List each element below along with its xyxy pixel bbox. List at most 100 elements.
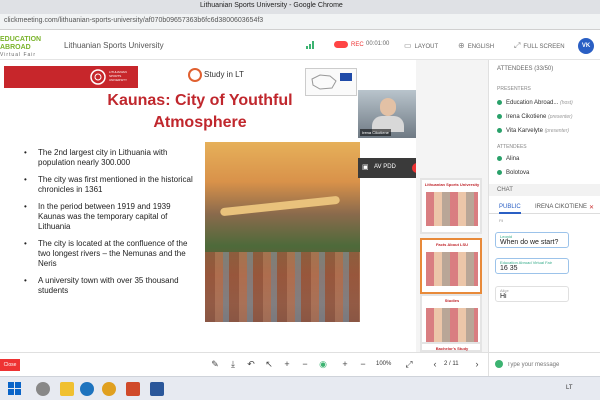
thumbnail-slide[interactable]: Facts About LSU (420, 238, 482, 294)
slide-title: Kaunas: City of Youthful Atmosphere (60, 90, 340, 134)
message-sender: Fil (499, 218, 504, 223)
attendees-label: ATTENDEES (497, 144, 527, 150)
camera-icon: ▣ (362, 164, 369, 171)
chat-message: Alice Hi (495, 286, 569, 302)
attendee-row[interactable]: Vita Karvelyte (presenter) (497, 128, 569, 134)
windows-start-icon[interactable] (8, 382, 22, 396)
bullet-item: The city is located at the confluence of… (24, 239, 199, 269)
attendees-header[interactable]: ATTENDEES (33/50) (489, 66, 553, 72)
thumbnail-image (426, 308, 478, 342)
chrome-icon[interactable] (102, 382, 116, 396)
online-dot-icon (497, 114, 502, 119)
online-dot-icon (497, 170, 502, 175)
page-indicator: 2 / 11 (444, 361, 459, 367)
message-text: Hi (500, 293, 507, 300)
lithuania-map-icon (311, 74, 337, 90)
close-button[interactable]: Close (0, 359, 20, 371)
logo-line2: ABROAD (0, 44, 31, 51)
thumbnail-title: Facts About LSU (435, 242, 469, 247)
powerpoint-icon[interactable] (126, 382, 140, 396)
close-tab-icon[interactable]: ✕ (589, 204, 594, 211)
slide-bullets: The 2nd largest city in Lithuania with p… (24, 148, 199, 303)
word-icon[interactable] (150, 382, 164, 396)
presenters-label: PRESENTERS (497, 86, 531, 92)
right-sidebar: ATTENDEES (33/50) PRESENTERS Education A… (488, 60, 600, 376)
slide-thumbnails: Lithuanian Sports University Facts About… (416, 60, 488, 356)
bullet-item: A university town with over 35 thousand … (24, 276, 199, 296)
lsu-logo: LITHUANIAN SPORTS UNIVERSITY (4, 66, 138, 88)
undo-icon[interactable]: ↶ (246, 359, 256, 370)
zoom-out-icon[interactable]: − (300, 359, 310, 369)
online-dot-icon (497, 128, 502, 133)
address-bar[interactable]: clickmeeting.com/lithuanian-sports-unive… (0, 14, 600, 30)
browser-titlebar: Lithuanian Sports University - Google Ch… (0, 0, 600, 14)
draw-tool-icon[interactable]: ✎ (210, 359, 220, 370)
ie-icon[interactable] (80, 382, 94, 396)
zoom-in-icon[interactable]: + (282, 359, 292, 369)
presentation-toolbar: Close ✎ ⤓ ↶ ↖ + − ◉ + − 100% ⤢ ‹ 2 / 11 … (0, 352, 488, 376)
attendee-name: Vita Karvelyte (506, 128, 543, 135)
tab-public[interactable]: PUBLIC (499, 204, 521, 214)
fullscreen-icon: ⤢ (514, 41, 521, 50)
thumbnail-image (426, 192, 478, 226)
message-text: 16 35 (500, 265, 518, 272)
chat-message: Leonid When do we start? (495, 232, 569, 248)
rec-toggle[interactable]: REC (334, 41, 364, 48)
attendee-row[interactable]: Alina (497, 156, 519, 162)
zoom-level: 100% (376, 361, 392, 367)
eye-icon[interactable]: ◉ (318, 359, 328, 370)
eu-flag-icon (340, 73, 352, 81)
attendee-row[interactable]: Irena Cikotiene (presenter) (497, 114, 572, 120)
file-explorer-icon[interactable] (60, 382, 74, 396)
chat-input[interactable] (507, 358, 595, 372)
bullet-item: The city was first mentioned in the hist… (24, 175, 199, 195)
attendee-row[interactable]: Education Abroad... (host) (497, 100, 573, 106)
fullscreen-label: FULL SCREEN (523, 44, 565, 50)
user-avatar[interactable]: VK (578, 38, 594, 54)
attendee-role: (presenter) (548, 114, 573, 121)
prev-page-icon[interactable]: ‹ (430, 359, 440, 369)
chat-header[interactable]: CHAT (489, 184, 600, 196)
download-icon[interactable]: ⤓ (228, 359, 238, 370)
language-indicator[interactable]: LT (566, 385, 573, 391)
chat-tabs: PUBLIC IRENA CIKOTIENE ✕ (489, 200, 600, 214)
attendee-role: (host) (560, 100, 573, 107)
language-button[interactable]: ⊕ ENGLISH (458, 41, 494, 50)
bullet-item: In the period between 1919 and 1939 Kaun… (24, 202, 199, 232)
bullet-item: The 2nd largest city in Lithuania with p… (24, 148, 199, 168)
attendee-name: Bolotova (506, 170, 530, 177)
globe-icon: ⊕ (458, 41, 465, 50)
fit-icon[interactable]: ⤢ (404, 359, 414, 370)
video-tile[interactable]: Irena Cikotiene (358, 90, 420, 138)
presentation-slide: LITHUANIAN SPORTS UNIVERSITY Study in LT… (0, 60, 416, 352)
language-label: ENGLISH (467, 44, 495, 50)
thumbnail-slide[interactable]: Lithuanian Sports University (420, 178, 482, 234)
lsu-logo-text: LITHUANIAN SPORTS UNIVERSITY (109, 70, 128, 82)
chat-message: Education Abroad Virtual Fair 16 35 (495, 258, 569, 274)
av-bar-label: AV PDD (374, 164, 396, 170)
thumbnail-title: Studies (444, 298, 460, 303)
layout-button[interactable]: ▭ LAYOUT (404, 41, 438, 50)
next-page-icon[interactable]: › (472, 359, 482, 369)
app-header: EDUCATION ABROAD Virtual Fair Lithuanian… (0, 30, 600, 60)
emoji-icon[interactable] (495, 360, 503, 368)
pointer-icon[interactable]: ↖ (264, 359, 274, 370)
fullscreen-button[interactable]: ⤢ FULL SCREEN (514, 41, 565, 51)
zoom-out-button[interactable]: − (358, 359, 368, 369)
zoom-in-button[interactable]: + (340, 359, 350, 369)
thumbnail-slide[interactable]: Bachelor's Study Programmes (420, 342, 482, 356)
education-abroad-logo: EDUCATION ABROAD Virtual Fair (0, 36, 52, 58)
signal-icon (306, 41, 316, 51)
thumbnail-image (426, 252, 478, 286)
window-title: Lithuanian Sports University - Google Ch… (200, 2, 343, 9)
attendee-row[interactable]: Bolotova (497, 170, 529, 176)
attendee-role: (presenter) (544, 128, 570, 135)
url-text[interactable]: clickmeeting.com/lithuanian-sports-unive… (4, 17, 263, 24)
thumbnail-title: Lithuanian Sports University (424, 182, 480, 187)
tab-private[interactable]: IRENA CIKOTIENE (535, 204, 587, 210)
study-logo-text: Study in LT (204, 70, 244, 80)
slide-title-line1: Kaunas: City of Youthful (107, 92, 293, 109)
room-name: Lithuanian Sports University (64, 41, 164, 50)
slide-title-line2: Atmosphere (153, 114, 247, 131)
search-icon[interactable] (36, 382, 50, 396)
